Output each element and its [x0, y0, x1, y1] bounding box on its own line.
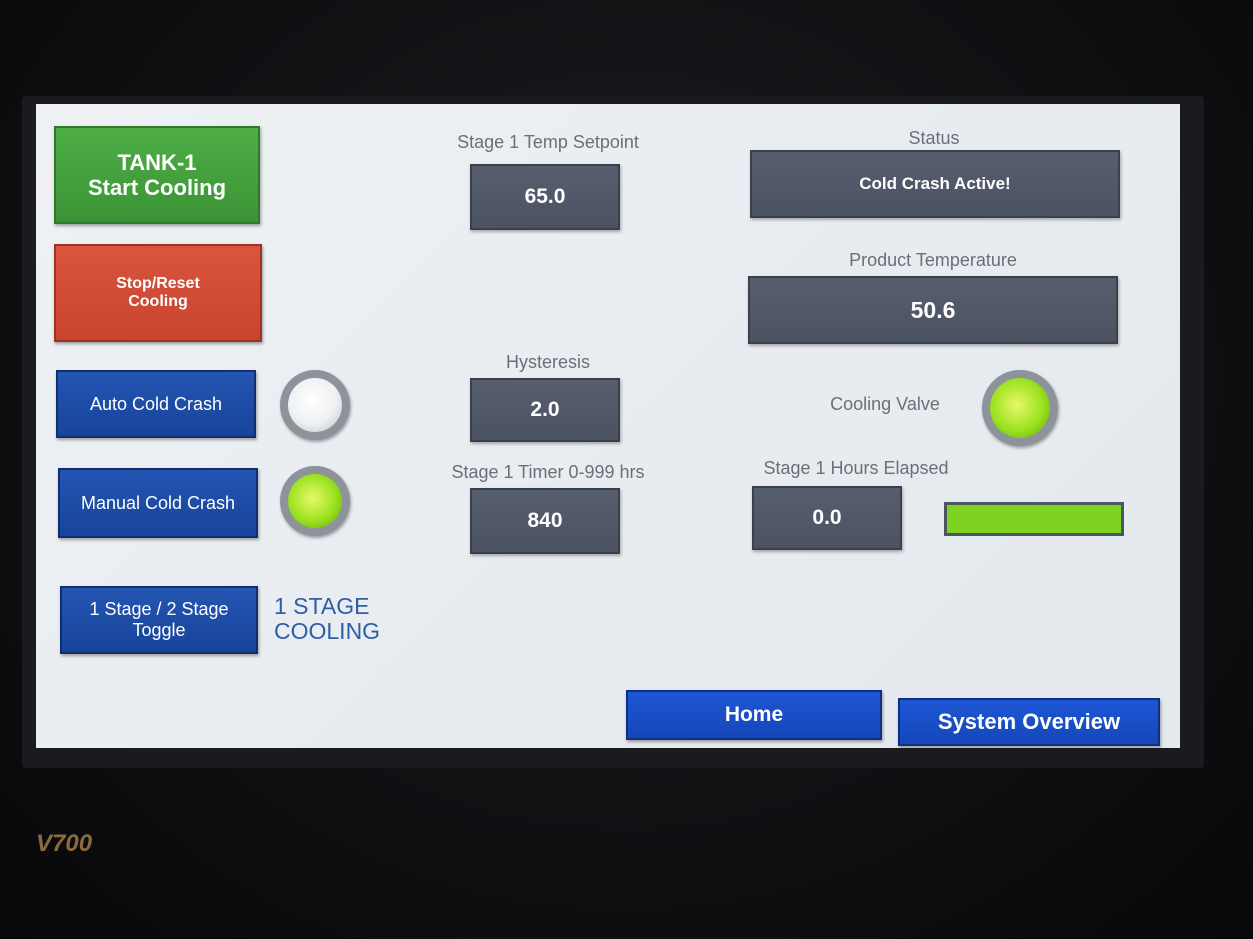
product-temp-label: Product Temperature [849, 250, 1017, 270]
cooling-valve-light [990, 378, 1050, 438]
start-cooling-button[interactable]: TANK-1 Start Cooling [54, 126, 260, 224]
manual-indicator-light [288, 474, 342, 528]
stage-toggle-button[interactable]: 1 Stage / 2 Stage Toggle [60, 586, 258, 654]
temp-setpoint-value[interactable]: 65.0 [470, 164, 620, 230]
stage-mode-indicator: 1 STAGE COOLING [274, 593, 381, 645]
timer-label: Stage 1 Timer 0-999 hrs [451, 462, 645, 482]
auto-cold-crash-indicator [280, 370, 350, 440]
status-label: Status [908, 128, 960, 148]
cooling-valve-indicator [982, 370, 1058, 446]
system-overview-button[interactable]: System Overview [898, 698, 1160, 746]
temp-setpoint-label: Stage 1 Temp Setpoint [457, 132, 639, 152]
product-temp-display: 50.6 [748, 276, 1118, 344]
status-display: Cold Crash Active! [750, 150, 1120, 218]
auto-indicator-light [288, 378, 342, 432]
home-button[interactable]: Home [626, 690, 882, 740]
auto-cold-crash-button[interactable]: Auto Cold Crash [56, 370, 256, 438]
cooling-valve-label: Cooling Valve [830, 394, 940, 414]
hours-elapsed-display: 0.0 [752, 486, 902, 550]
stage-progress-fill [947, 505, 1121, 533]
hysteresis-value[interactable]: 2.0 [470, 378, 620, 442]
stage-progress-bar [944, 502, 1124, 536]
hysteresis-label: Hysteresis [505, 352, 590, 372]
timer-value[interactable]: 840 [470, 488, 620, 554]
hmi-screen: TANK-1 Start Cooling Stop/Reset Cooling … [36, 104, 1180, 748]
hours-elapsed-label: Stage 1 Hours Elapsed [763, 458, 949, 478]
stop-reset-cooling-button[interactable]: Stop/Reset Cooling [54, 244, 262, 342]
manual-cold-crash-button[interactable]: Manual Cold Crash [58, 468, 258, 538]
device-model-label: V700 [36, 830, 93, 857]
manual-cold-crash-indicator [280, 466, 350, 536]
